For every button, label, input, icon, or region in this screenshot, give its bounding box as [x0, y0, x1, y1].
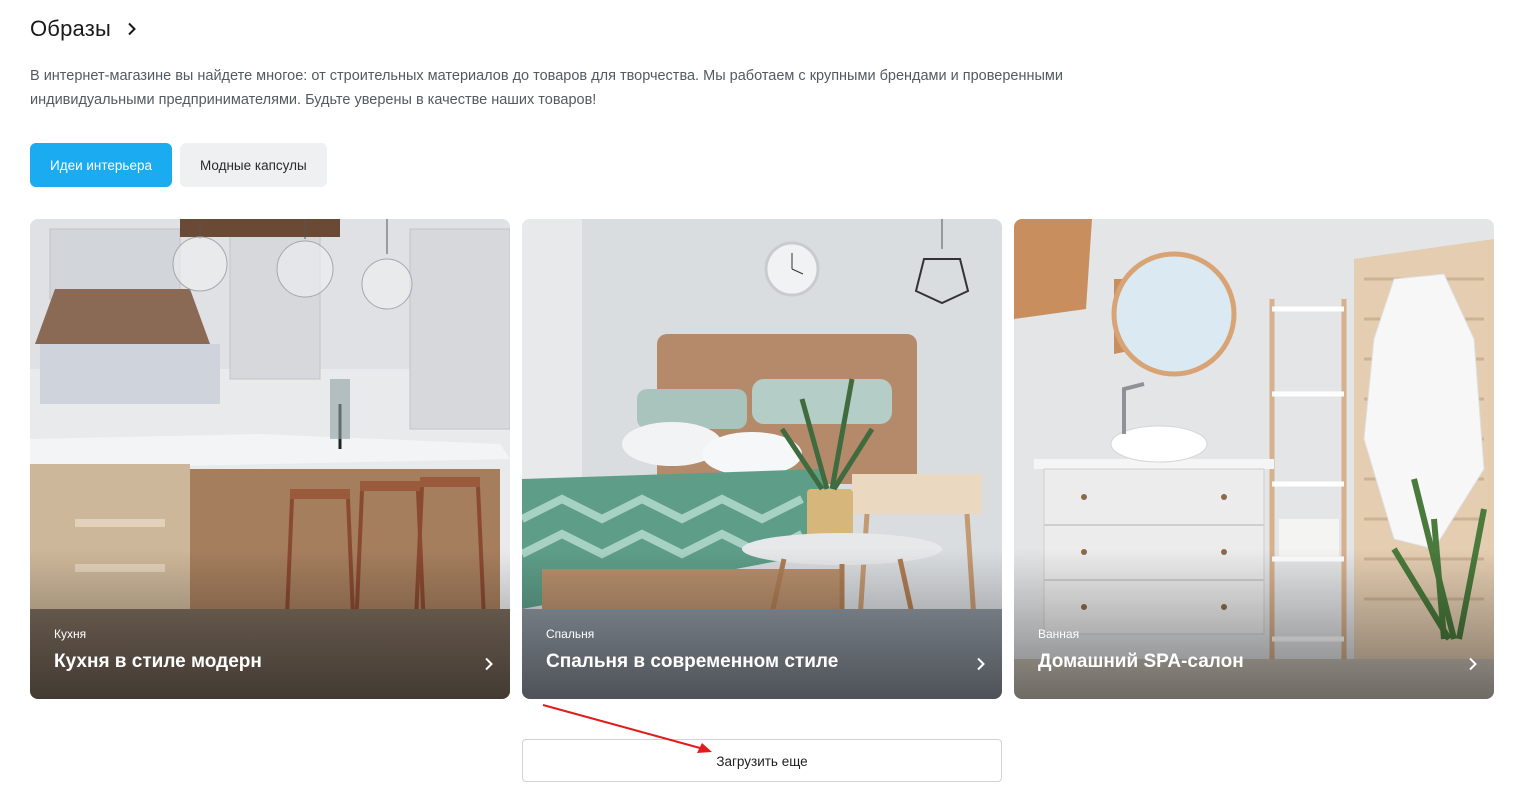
card-overlay — [522, 549, 1002, 699]
card-title: Спальня в современном стиле — [546, 651, 839, 672]
cards-grid: Кухня Кухня в стиле модерн Спальня Спаль… — [30, 219, 1494, 699]
load-more-button[interactable]: Загрузить еще — [522, 739, 1002, 782]
card-kitchen[interactable]: Кухня Кухня в стиле модерн — [30, 219, 510, 699]
section-description: В интернет-магазине вы найдете многое: о… — [30, 68, 1063, 108]
card-bedroom[interactable]: Спальня Спальня в современном стиле — [522, 219, 1002, 699]
chevron-right-icon — [484, 657, 494, 671]
card-bathroom[interactable]: Ванная Домашний SPA-салон — [1014, 219, 1494, 699]
card-category: Кухня — [54, 627, 87, 641]
card-category: Ванная — [1038, 627, 1080, 641]
card-category: Спальня — [546, 627, 595, 641]
card-overlay — [1014, 549, 1494, 699]
chevron-right-icon — [976, 657, 986, 671]
card-title: Кухня в стиле модерн — [54, 651, 262, 672]
tab-fashion-capsules[interactable]: Модные капсулы — [179, 143, 327, 187]
card-title: Домашний SPA-салон — [1038, 651, 1244, 672]
card-overlay — [30, 549, 510, 699]
section-title: Образы — [30, 16, 112, 41]
tab-bar: Идеи интерьера Модные капсулы — [30, 143, 327, 187]
chevron-right-icon — [127, 22, 139, 36]
tab-interior-ideas[interactable]: Идеи интерьера — [30, 143, 172, 187]
section-title-link[interactable]: Образы — [30, 14, 139, 44]
chevron-right-icon — [1468, 657, 1478, 671]
